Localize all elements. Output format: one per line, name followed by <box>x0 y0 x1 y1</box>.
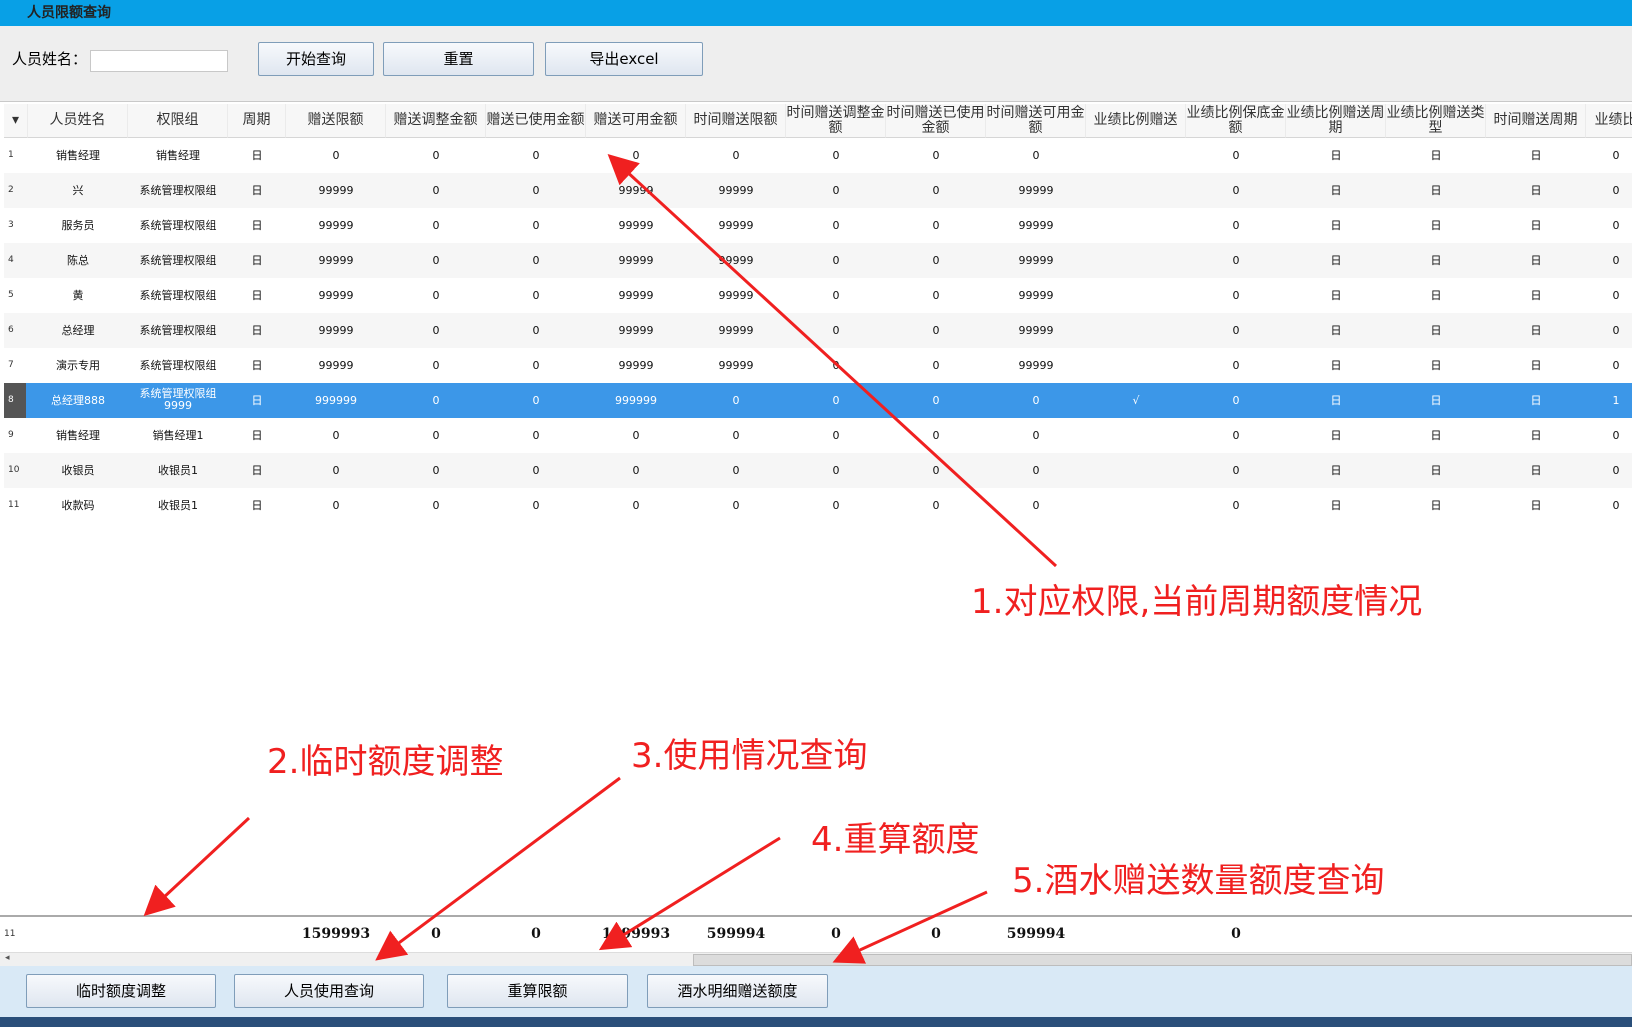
arrow-5 <box>832 890 988 964</box>
annotation-5: 5.酒水赠送数量额度查询 <box>1012 861 1385 901</box>
annotation-4: 4.重算额度 <box>811 820 980 860</box>
arrow-4 <box>598 836 781 951</box>
arrow-1 <box>607 153 1058 568</box>
arrow-2 <box>143 816 251 917</box>
annotation-3: 3.使用情况查询 <box>631 736 868 776</box>
annotation-1: 1.对应权限,当前周期额度情况 <box>971 582 1423 622</box>
annotation-arrows <box>143 153 1058 964</box>
annotation-2: 2.临时额度调整 <box>267 742 504 782</box>
arrow-3 <box>375 776 621 961</box>
